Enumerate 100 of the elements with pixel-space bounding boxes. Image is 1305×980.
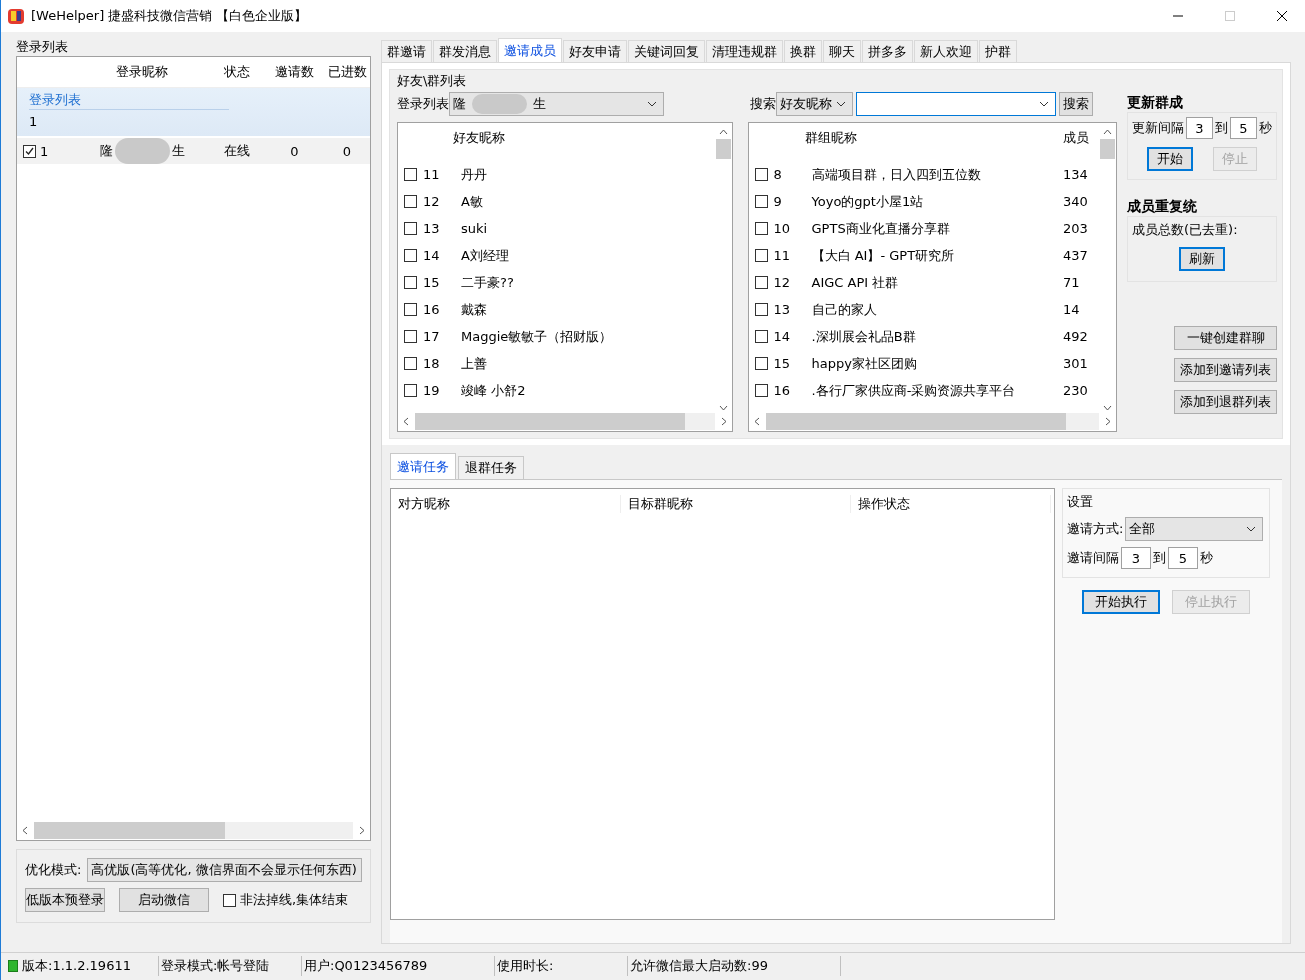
column-header: 好友昵称 xyxy=(453,129,505,147)
pre-login-button[interactable]: 低版本预登录 xyxy=(25,888,105,912)
min-interval-field[interactable]: 3 xyxy=(1121,547,1151,569)
row-index: 8 xyxy=(772,167,783,182)
scrollbar-thumb[interactable] xyxy=(715,139,731,159)
tab[interactable]: 邀请任务 xyxy=(390,453,456,479)
checkbox[interactable] xyxy=(754,195,768,208)
tab[interactable]: 拼多多 xyxy=(862,40,913,62)
max-interval-field[interactable]: 5 xyxy=(1230,117,1257,139)
friend-name: 上善 xyxy=(461,354,487,373)
checkbox[interactable] xyxy=(754,276,768,289)
friend-row[interactable]: 17 Maggie敏敏子（招财版） xyxy=(398,323,715,350)
tab[interactable]: 邀请成员 xyxy=(498,38,562,62)
friend-row[interactable]: 15 二手豪?? xyxy=(398,269,715,296)
group-name: .各行厂家供应商-采购资源共享平台 xyxy=(811,381,1017,400)
checkbox[interactable] xyxy=(404,384,417,397)
tab[interactable]: 退群任务 xyxy=(458,456,524,479)
checkbox[interactable] xyxy=(754,222,768,235)
nickname-start: 隆 xyxy=(99,142,113,160)
scrollbar-thumb[interactable] xyxy=(415,412,685,430)
account-dropdown[interactable]: 隆 生 xyxy=(449,92,664,116)
refresh-button[interactable]: 刷新 xyxy=(1179,247,1225,271)
group-name: Yoyo的gpt小屋1站 xyxy=(811,192,925,211)
checkbox[interactable] xyxy=(404,249,417,262)
checkbox[interactable] xyxy=(754,303,768,316)
add-to-invite-list-button[interactable]: 添加到邀请列表 xyxy=(1174,358,1277,382)
tab[interactable]: 好友申请 xyxy=(563,40,627,62)
nickname-end: 生 xyxy=(171,142,185,160)
search-type-dropdown[interactable]: 好友昵称 xyxy=(776,92,853,116)
tab[interactable]: 关键词回复 xyxy=(628,40,705,62)
checkbox[interactable] xyxy=(404,330,417,343)
member-count: 301 xyxy=(1063,356,1089,371)
checkbox[interactable] xyxy=(754,384,768,397)
tab[interactable]: 群邀请 xyxy=(381,40,432,62)
friend-row[interactable]: 19 竣峰 小舒2 xyxy=(398,377,715,404)
checkbox-label: 非法掉线,集体结束 xyxy=(240,891,349,909)
tab[interactable]: 换群 xyxy=(784,40,822,62)
start-run-button[interactable]: 开始执行 xyxy=(1082,590,1160,614)
launch-button[interactable]: 启动微信 xyxy=(119,888,209,912)
member-count: 71 xyxy=(1063,275,1081,290)
start-button[interactable]: 开始 xyxy=(1147,147,1193,171)
invite-method-dropdown[interactable]: 全部 xyxy=(1125,517,1263,541)
scrollbar-thumb[interactable] xyxy=(34,821,226,839)
group-name: GPTS商业化直播分享群 xyxy=(811,219,951,238)
group-row[interactable]: 13 自己的家人 14 xyxy=(748,296,1099,323)
checkbox[interactable] xyxy=(754,357,768,370)
checkbox[interactable] xyxy=(404,168,417,181)
group-title: 好友\群列表 xyxy=(397,72,468,90)
tab[interactable]: 新人欢迎 xyxy=(914,40,978,62)
friend-row[interactable]: 18 上善 xyxy=(398,350,715,377)
joined-count: 0 xyxy=(341,143,353,159)
add-to-leave-list-button[interactable]: 添加到退群列表 xyxy=(1174,390,1277,414)
group-row[interactable]: 12 AIGC API 社群 71 xyxy=(748,269,1099,296)
group-row[interactable]: 16 .各行厂家供应商-采购资源共享平台 230 xyxy=(748,377,1099,404)
create-group-chat-button[interactable]: 一键创建群聊 xyxy=(1174,326,1277,350)
checkbox[interactable] xyxy=(754,168,768,181)
tab[interactable]: 护群 xyxy=(979,40,1017,62)
search-button[interactable]: 搜索 xyxy=(1059,92,1093,116)
friend-row[interactable]: 13 suki xyxy=(398,215,715,242)
tab[interactable]: 清理违规群 xyxy=(706,40,783,62)
group-name: happy家社区团购 xyxy=(811,354,918,373)
group-row[interactable]: 11 【大白 AI】- GPT研究所 437 xyxy=(748,242,1099,269)
checkbox[interactable] xyxy=(223,893,236,907)
section-title: 成员重复统 xyxy=(1127,198,1198,216)
checkbox[interactable] xyxy=(754,330,768,343)
row-index: 14 xyxy=(772,329,792,344)
row-index: 11 xyxy=(772,248,792,263)
group-row[interactable]: 10 GPTS商业化直播分享群 203 xyxy=(748,215,1099,242)
checkbox[interactable] xyxy=(404,222,417,235)
scrollbar-thumb[interactable] xyxy=(765,412,1066,430)
group-row[interactable]: 9 Yoyo的gpt小屋1站 340 xyxy=(748,188,1099,215)
checkbox[interactable] xyxy=(23,144,36,158)
friend-row[interactable]: 16 戴森 xyxy=(398,296,715,323)
max-interval-field[interactable]: 5 xyxy=(1168,547,1198,569)
tab[interactable]: 聊天 xyxy=(823,40,861,62)
checkbox[interactable] xyxy=(754,249,768,262)
friend-row[interactable]: 12 A敏 xyxy=(398,188,715,215)
group-row[interactable]: 14 .深圳展会礼品B群 492 xyxy=(748,323,1099,350)
checkbox[interactable] xyxy=(404,276,417,289)
group-name: .深圳展会礼品B群 xyxy=(811,327,917,346)
scrollbar-thumb[interactable] xyxy=(1100,139,1115,159)
checkbox[interactable] xyxy=(404,195,417,208)
member-count: 340 xyxy=(1063,194,1089,209)
optimize-mode-dropdown[interactable]: 高优版(高等优化, 微信界面不会显示任何东西) xyxy=(87,858,362,882)
group-row[interactable]: 15 happy家社区团购 301 xyxy=(748,350,1099,377)
friend-row[interactable]: 11 丹丹 xyxy=(398,161,715,188)
tab[interactable]: 群发消息 xyxy=(433,40,497,62)
group-name: AIGC API 社群 xyxy=(811,273,900,292)
min-interval-field[interactable]: 3 xyxy=(1186,117,1213,139)
checkbox[interactable] xyxy=(404,303,417,316)
row-index: 15 xyxy=(422,275,441,290)
field-label: 邀请方式: xyxy=(1067,520,1124,538)
group-row[interactable]: 8 高端项目群，日入四到五位数 134 xyxy=(748,161,1099,188)
friend-row[interactable]: 14 A刘经理 xyxy=(398,242,715,269)
checkbox[interactable] xyxy=(404,357,417,370)
field-label: 更新间隔 xyxy=(1132,119,1184,137)
login-row[interactable]: 1 隆 生 在线 0 0 xyxy=(17,138,370,164)
search-field[interactable] xyxy=(856,92,1056,116)
section-title: 更新群成 xyxy=(1127,94,1184,112)
field-label: 到 xyxy=(1153,549,1166,567)
